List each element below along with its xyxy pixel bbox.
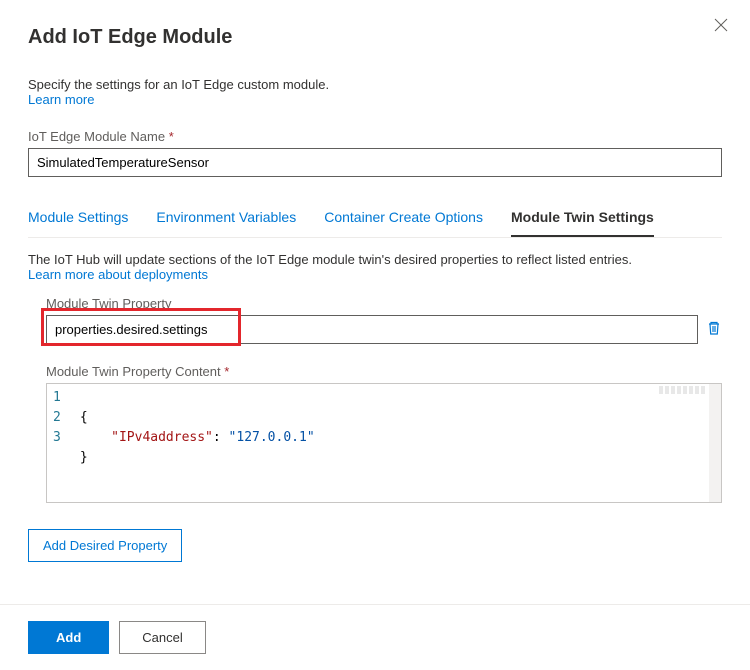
page-title: Add IoT Edge Module	[28, 26, 722, 49]
cancel-button[interactable]: Cancel	[119, 621, 205, 654]
twin-content-editor[interactable]: 123 { "IPv4address": "127.0.0.1" }	[46, 383, 722, 503]
add-desired-property-button[interactable]: Add Desired Property	[28, 529, 182, 562]
delete-property-button[interactable]	[706, 320, 722, 339]
editor-scrollbar[interactable]	[709, 384, 721, 502]
tab-container-create-options[interactable]: Container Create Options	[324, 199, 483, 237]
tab-module-settings[interactable]: Module Settings	[28, 199, 128, 237]
tab-bar: Module Settings Environment Variables Co…	[28, 199, 722, 238]
module-name-input[interactable]	[28, 148, 722, 177]
learn-more-link[interactable]: Learn more	[28, 92, 722, 107]
twin-property-label: Module Twin Property	[46, 296, 722, 311]
tab-environment-variables[interactable]: Environment Variables	[156, 199, 296, 237]
editor-minimap	[659, 386, 707, 394]
module-name-label: IoT Edge Module Name *	[28, 129, 722, 144]
intro-text: Specify the settings for an IoT Edge cus…	[28, 77, 722, 92]
twin-desc: The IoT Hub will update sections of the …	[28, 252, 722, 267]
footer: Add Cancel	[0, 604, 750, 670]
editor-code[interactable]: { "IPv4address": "127.0.0.1" }	[72, 384, 323, 502]
twin-property-input[interactable]	[46, 315, 698, 344]
twin-content-label: Module Twin Property Content *	[46, 364, 722, 379]
editor-gutter: 123	[47, 384, 72, 502]
add-button[interactable]: Add	[28, 621, 109, 654]
close-button[interactable]	[714, 18, 728, 35]
delete-icon	[706, 320, 722, 336]
tab-module-twin-settings[interactable]: Module Twin Settings	[511, 199, 654, 237]
close-icon	[714, 18, 728, 32]
learn-deployments-link[interactable]: Learn more about deployments	[28, 267, 722, 282]
